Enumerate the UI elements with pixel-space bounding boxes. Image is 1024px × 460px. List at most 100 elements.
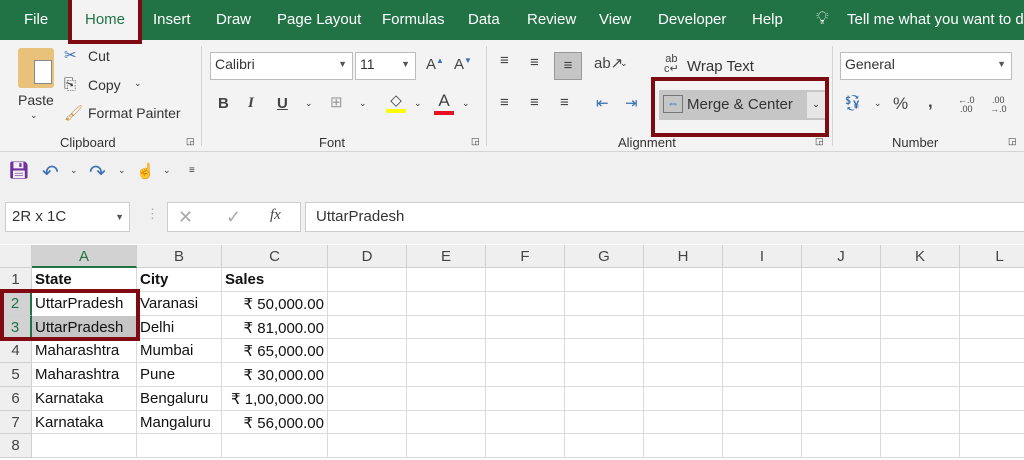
tab-developer[interactable]: Developer: [658, 11, 726, 28]
cell-H1[interactable]: [644, 268, 723, 292]
paste-dropdown-icon[interactable]: ⌄: [30, 110, 38, 121]
cell-L3[interactable]: [960, 316, 1024, 339]
cell-C6[interactable]: ₹ 1,00,000.00: [222, 387, 328, 411]
cell-H8[interactable]: [644, 434, 723, 458]
cell-C3[interactable]: ₹ 81,000.00: [222, 316, 328, 339]
tell-me-search[interactable]: Tell me what you want to do: [847, 11, 1024, 28]
undo-icon[interactable]: ↶: [42, 160, 59, 185]
redo-dropdown-icon[interactable]: ⌄: [118, 165, 126, 176]
decrease-font-size-icon[interactable]: A▼: [454, 56, 472, 73]
touch-mode-icon[interactable]: ☝: [136, 162, 155, 180]
customize-qat-icon[interactable]: ≡: [189, 165, 195, 176]
cell-K6[interactable]: [881, 387, 960, 411]
cell-E1[interactable]: [407, 268, 486, 292]
merge-dropdown-icon[interactable]: ⌄: [807, 92, 825, 118]
cell-K3[interactable]: [881, 316, 960, 339]
cell-G6[interactable]: [565, 387, 644, 411]
cell-A5[interactable]: Maharashtra: [32, 363, 137, 387]
cell-A2[interactable]: UttarPradesh: [32, 292, 137, 316]
cell-L1[interactable]: [960, 268, 1024, 292]
row-header-1[interactable]: 1: [0, 268, 32, 292]
cell-D4[interactable]: [328, 339, 407, 363]
underline-button[interactable]: U: [277, 95, 288, 112]
cell-K2[interactable]: [881, 292, 960, 316]
font-color-dropdown-icon[interactable]: ⌄: [462, 98, 470, 109]
cell-D8[interactable]: [328, 434, 407, 458]
cell-F1[interactable]: [486, 268, 565, 292]
copy-button[interactable]: Copy: [88, 77, 121, 93]
font-size-select[interactable]: 11 ▼: [355, 52, 416, 80]
column-header-F[interactable]: F: [486, 245, 565, 268]
cell-F8[interactable]: [486, 434, 565, 458]
cell-A6[interactable]: Karnataka: [32, 387, 137, 411]
percent-style-button[interactable]: %: [893, 94, 908, 114]
cell-F5[interactable]: [486, 363, 565, 387]
tab-view[interactable]: View: [599, 11, 631, 28]
cell-G1[interactable]: [565, 268, 644, 292]
column-header-I[interactable]: I: [723, 245, 802, 268]
cell-F6[interactable]: [486, 387, 565, 411]
cell-F2[interactable]: [486, 292, 565, 316]
cell-C2[interactable]: ₹ 50,000.00: [222, 292, 328, 316]
cell-F7[interactable]: [486, 411, 565, 434]
column-header-L[interactable]: L: [960, 245, 1024, 268]
cell-J3[interactable]: [802, 316, 881, 339]
fill-color-icon[interactable]: ◇: [386, 91, 406, 113]
cell-B3[interactable]: Delhi: [137, 316, 222, 339]
cell-L2[interactable]: [960, 292, 1024, 316]
align-left-icon[interactable]: ≡: [500, 94, 509, 111]
row-header-2[interactable]: 2: [0, 292, 32, 316]
cell-D5[interactable]: [328, 363, 407, 387]
cell-L6[interactable]: [960, 387, 1024, 411]
cell-J6[interactable]: [802, 387, 881, 411]
column-header-G[interactable]: G: [565, 245, 644, 268]
cell-J5[interactable]: [802, 363, 881, 387]
italic-button[interactable]: I: [248, 95, 254, 112]
undo-dropdown-icon[interactable]: ⌄: [70, 165, 78, 176]
cell-B4[interactable]: Mumbai: [137, 339, 222, 363]
formula-input[interactable]: UttarPradesh: [305, 202, 1024, 232]
accounting-dropdown-icon[interactable]: ⌄: [874, 98, 882, 109]
cell-J7[interactable]: [802, 411, 881, 434]
cancel-icon[interactable]: ✕: [178, 207, 193, 228]
cell-A3[interactable]: UttarPradesh: [32, 316, 137, 339]
decrease-indent-icon[interactable]: ⇤: [596, 94, 609, 112]
cell-A4[interactable]: Maharashtra: [32, 339, 137, 363]
cell-B5[interactable]: Pune: [137, 363, 222, 387]
cell-I3[interactable]: [723, 316, 802, 339]
cell-K7[interactable]: [881, 411, 960, 434]
row-header-8[interactable]: 8: [0, 434, 32, 458]
merge-center-button[interactable]: ⇔ Merge & Center ⌄: [659, 90, 827, 120]
cell-F3[interactable]: [486, 316, 565, 339]
cell-G5[interactable]: [565, 363, 644, 387]
cell-D7[interactable]: [328, 411, 407, 434]
cell-H5[interactable]: [644, 363, 723, 387]
alignment-launcher-icon[interactable]: ◲: [815, 136, 824, 147]
format-painter-button[interactable]: Format Painter: [88, 105, 181, 121]
cell-C4[interactable]: ₹ 65,000.00: [222, 339, 328, 363]
row-header-6[interactable]: 6: [0, 387, 32, 411]
number-format-select[interactable]: General ▼: [840, 52, 1012, 80]
cell-D3[interactable]: [328, 316, 407, 339]
column-header-J[interactable]: J: [802, 245, 881, 268]
underline-dropdown-icon[interactable]: ⌄: [305, 98, 313, 109]
clipboard-launcher-icon[interactable]: ◲: [186, 136, 195, 147]
cell-G7[interactable]: [565, 411, 644, 434]
borders-dropdown-icon[interactable]: ⌄: [359, 98, 367, 109]
cell-A7[interactable]: Karnataka: [32, 411, 137, 434]
font-color-icon[interactable]: A: [434, 91, 454, 115]
align-right-icon[interactable]: ≡: [560, 94, 569, 111]
cell-J8[interactable]: [802, 434, 881, 458]
cell-J4[interactable]: [802, 339, 881, 363]
tab-formulas[interactable]: Formulas: [382, 11, 445, 28]
touch-dropdown-icon[interactable]: ⌄: [163, 165, 171, 176]
cell-A1[interactable]: State: [32, 268, 137, 292]
tab-review[interactable]: Review: [527, 11, 576, 28]
cell-E7[interactable]: [407, 411, 486, 434]
cell-G8[interactable]: [565, 434, 644, 458]
tab-draw[interactable]: Draw: [216, 11, 251, 28]
tab-home[interactable]: Home: [72, 0, 138, 42]
cell-I8[interactable]: [723, 434, 802, 458]
cell-E2[interactable]: [407, 292, 486, 316]
select-all-button[interactable]: [0, 245, 32, 268]
